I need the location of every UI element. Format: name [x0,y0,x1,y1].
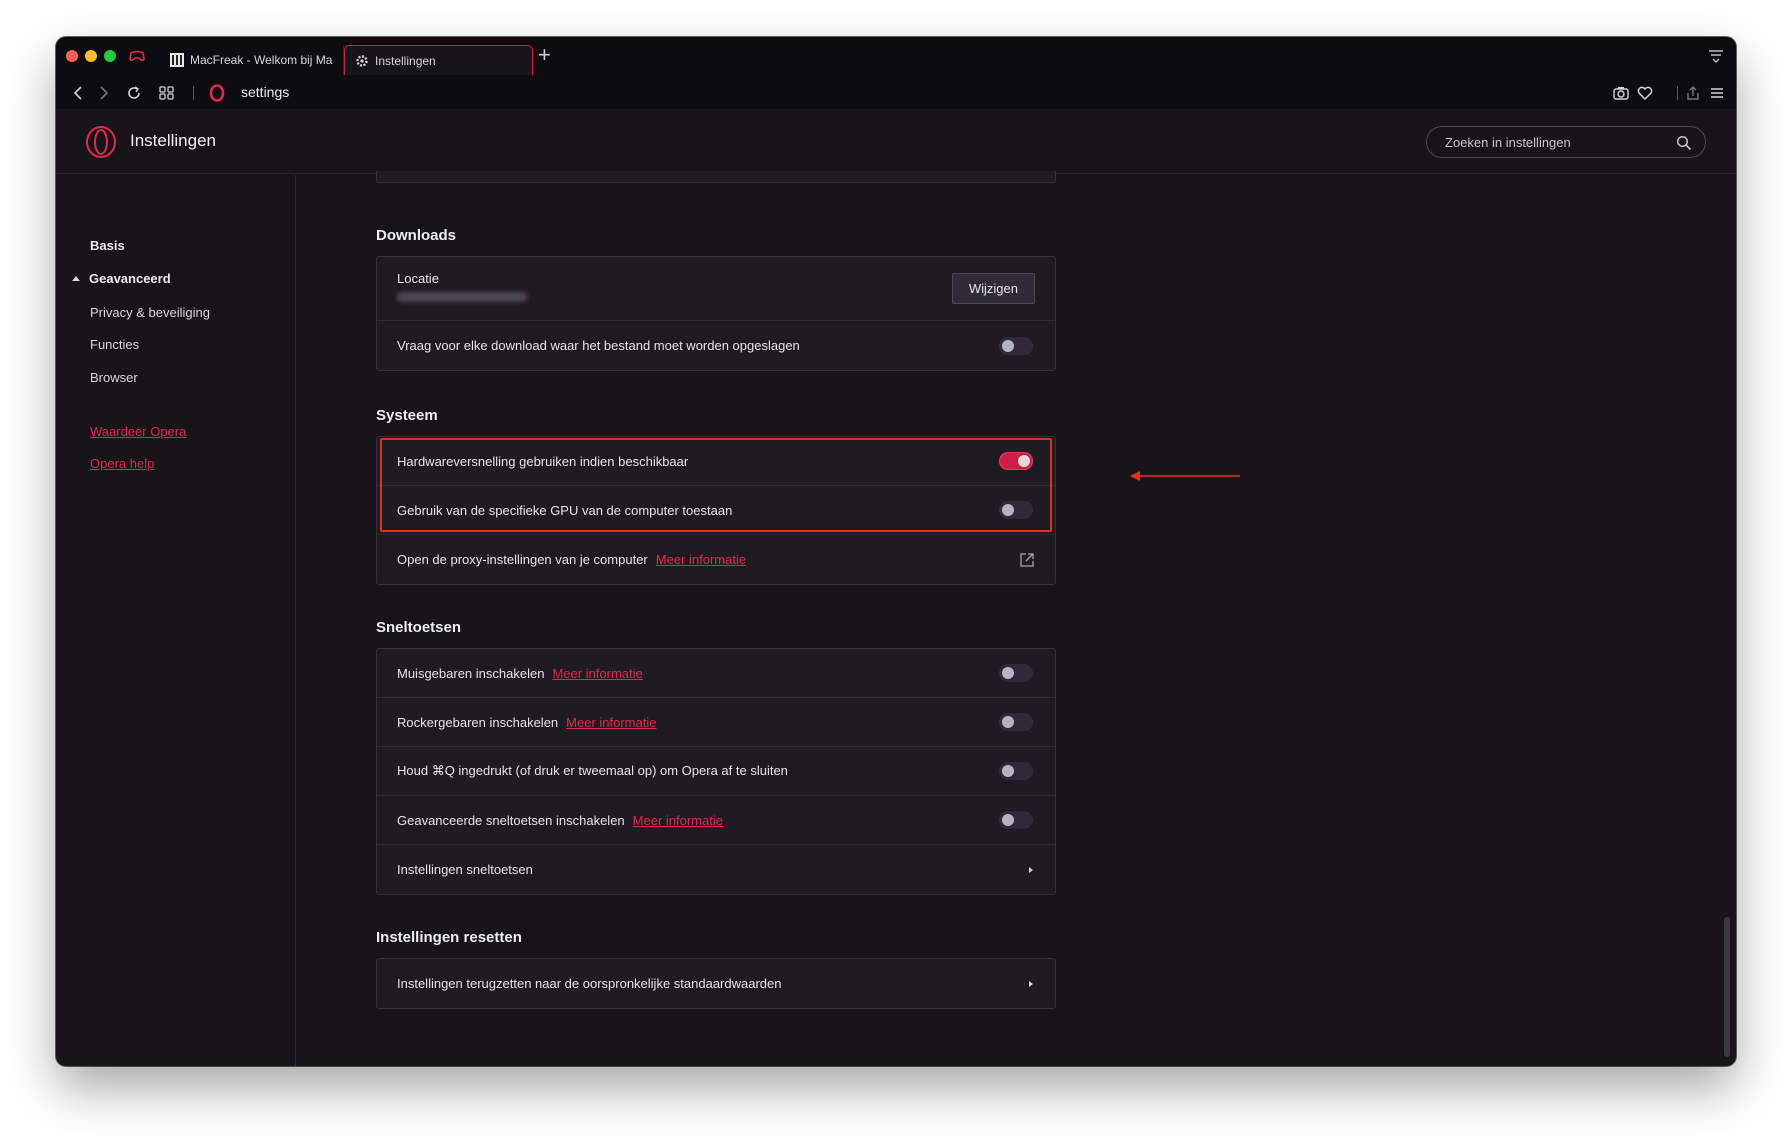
rate-opera-link[interactable]: Waardeer Opera [90,424,186,439]
external-link-icon[interactable] [1019,552,1035,568]
hardware-acceleration-row: Hardwareversnelling gebruiken indien bes… [377,437,1055,486]
caret-up-icon[interactable] [72,275,80,281]
page-title: Instellingen [130,131,217,150]
hardware-acceleration-toggle[interactable] [999,452,1033,470]
address-bar: settings [56,75,1736,110]
shortcut-settings-row[interactable]: Instellingen sneltoetsen [377,845,1055,894]
specific-gpu-toggle[interactable] [999,501,1033,519]
hold-cmd-q-label: Houd ⌘Q ingedrukt (of druk er tweemaal o… [397,763,788,778]
advanced-shortcuts-toggle[interactable] [999,811,1033,829]
minimize-window-button[interactable] [85,50,97,62]
hold-cmd-q-row: Houd ⌘Q ingedrukt (of druk er tweemaal o… [377,747,1055,796]
tab-strip: MacFreak - Welkom bij MacFr Instellingen… [56,37,1736,75]
proxy-settings-row[interactable]: Open de proxy-instellingen van je comput… [377,535,1055,584]
tab-menu-icon[interactable] [1708,49,1724,63]
mouse-gestures-label: Muisgebaren inschakelen [397,665,545,681]
change-location-button[interactable]: Wijzigen [951,273,1035,304]
sidebar-item-basis[interactable]: Basis [90,238,125,253]
location-path-blurred [397,292,527,302]
easy-setup-icon[interactable] [1708,84,1726,102]
shortcut-settings-label: Instellingen sneltoetsen [397,862,533,877]
settings-search-input[interactable] [1426,126,1706,158]
share-icon[interactable] [1684,84,1702,102]
tab-instellingen[interactable]: Instellingen [344,45,533,75]
proxy-label-wrap: Open de proxy-instellingen van je comput… [397,552,1019,567]
tab-title: MacFreak - Welkom bij MacFr [190,53,333,67]
address-separator [1677,86,1678,100]
shortcuts-card: Muisgebaren inschakelen Meer informatie R… [376,648,1056,895]
reload-icon[interactable] [125,84,143,102]
reset-card: Instellingen terugzetten naar de oorspro… [376,958,1056,1009]
ask-download-label: Vraag voor elke download waar het bestan… [397,338,800,353]
proxy-label: Open de proxy-instellingen van je comput… [397,552,648,567]
specific-gpu-row: Gebruik van de specifieke GPU van de com… [377,486,1055,535]
gx-controller-icon[interactable] [128,48,146,64]
mouse-gestures-toggle[interactable] [999,664,1033,682]
opera-help-link[interactable]: Opera help [90,456,154,471]
hardware-acceleration-label: Hardwareversnelling gebruiken indien bes… [397,453,689,469]
page-scrollbar[interactable] [1724,917,1730,1057]
advanced-shortcuts-more-info-link[interactable]: Meer informatie [633,813,723,828]
rocker-gestures-more-info-link[interactable]: Meer informatie [566,715,656,730]
forward-icon[interactable] [94,84,112,102]
hold-cmd-q-toggle[interactable] [999,762,1033,780]
settings-sidebar: Basis Geavanceerd Privacy & beveiliging … [56,175,296,1066]
reset-section-title: Instellingen resetten [376,929,522,946]
heart-icon[interactable] [1636,84,1654,102]
system-section-title: Systeem [376,407,438,424]
settings-header: Instellingen [56,110,1736,174]
macfreak-favicon-icon [170,53,184,67]
rocker-gestures-label: Rockergebaren inschakelen [397,714,559,730]
mouse-gestures-row: Muisgebaren inschakelen Meer informatie [377,649,1055,698]
opera-icon [209,84,225,102]
reset-defaults-row[interactable]: Instellingen terugzetten naar de oorspro… [377,959,1055,1008]
previous-card-end [376,171,1056,183]
specific-gpu-label: Gebruik van de specifieke GPU van de com… [397,502,733,518]
back-icon[interactable] [70,84,88,102]
shortcuts-section-title: Sneltoetsen [376,619,462,636]
search-icon[interactable] [1676,135,1692,151]
camera-icon[interactable] [1612,84,1630,102]
sidebar-item-functies[interactable]: Functies [90,337,139,352]
mouse-gestures-label-wrap: Muisgebaren inschakelen Meer informatie [397,666,999,681]
address-separator [193,86,194,100]
gear-icon [356,54,368,67]
ask-download-toggle[interactable] [999,336,1033,355]
location-label: Locatie [397,271,439,286]
speed-dial-icon[interactable] [158,84,176,102]
opera-logo-icon [86,126,116,158]
annotation-arrow-icon [1130,471,1240,481]
rocker-gestures-row: Rockergebaren inschakelen Meer informatie [377,698,1055,747]
sidebar-item-geavanceerd[interactable]: Geavanceerd [89,271,171,286]
downloads-card: Locatie Wijzigen Vraag voor elke downloa… [376,256,1056,371]
advanced-shortcuts-row: Geavanceerde sneltoetsen inschakelen Meer… [377,796,1055,845]
reset-defaults-label: Instellingen terugzetten naar de oorspro… [397,976,782,991]
download-location-row: Locatie Wijzigen [377,257,1055,321]
advanced-shortcuts-label: Geavanceerde sneltoetsen inschakelen [397,812,625,828]
tab-title: Instellingen [375,53,436,68]
sidebar-item-privacy[interactable]: Privacy & beveiliging [90,305,210,320]
browser-window: MacFreak - Welkom bij MacFr Instellingen… [56,37,1736,1066]
sidebar-item-browser[interactable]: Browser [90,370,138,385]
chevron-right-icon[interactable] [1027,979,1035,989]
settings-main: Downloads Locatie Wijzigen Vraag voor el… [296,171,1736,1066]
ask-download-row: Vraag voor elke download waar het bestan… [377,321,1055,370]
system-card: Hardwareversnelling gebruiken indien bes… [376,436,1056,585]
url-text[interactable]: settings [241,84,289,100]
tab-macfreak[interactable]: MacFreak - Welkom bij MacFr [160,45,344,75]
mouse-gestures-more-info-link[interactable]: Meer informatie [552,666,642,681]
proxy-more-info-link[interactable]: Meer informatie [656,552,746,567]
new-tab-button[interactable]: + [538,44,551,66]
downloads-section-title: Downloads [376,227,457,244]
close-window-button[interactable] [66,50,78,62]
advanced-shortcuts-label-wrap: Geavanceerde sneltoetsen inschakelen Meer… [397,813,999,828]
zoom-window-button[interactable] [104,50,116,62]
rocker-gestures-label-wrap: Rockergebaren inschakelen Meer informatie [397,715,999,730]
rocker-gestures-toggle[interactable] [999,713,1033,731]
chevron-right-icon[interactable] [1027,865,1035,875]
